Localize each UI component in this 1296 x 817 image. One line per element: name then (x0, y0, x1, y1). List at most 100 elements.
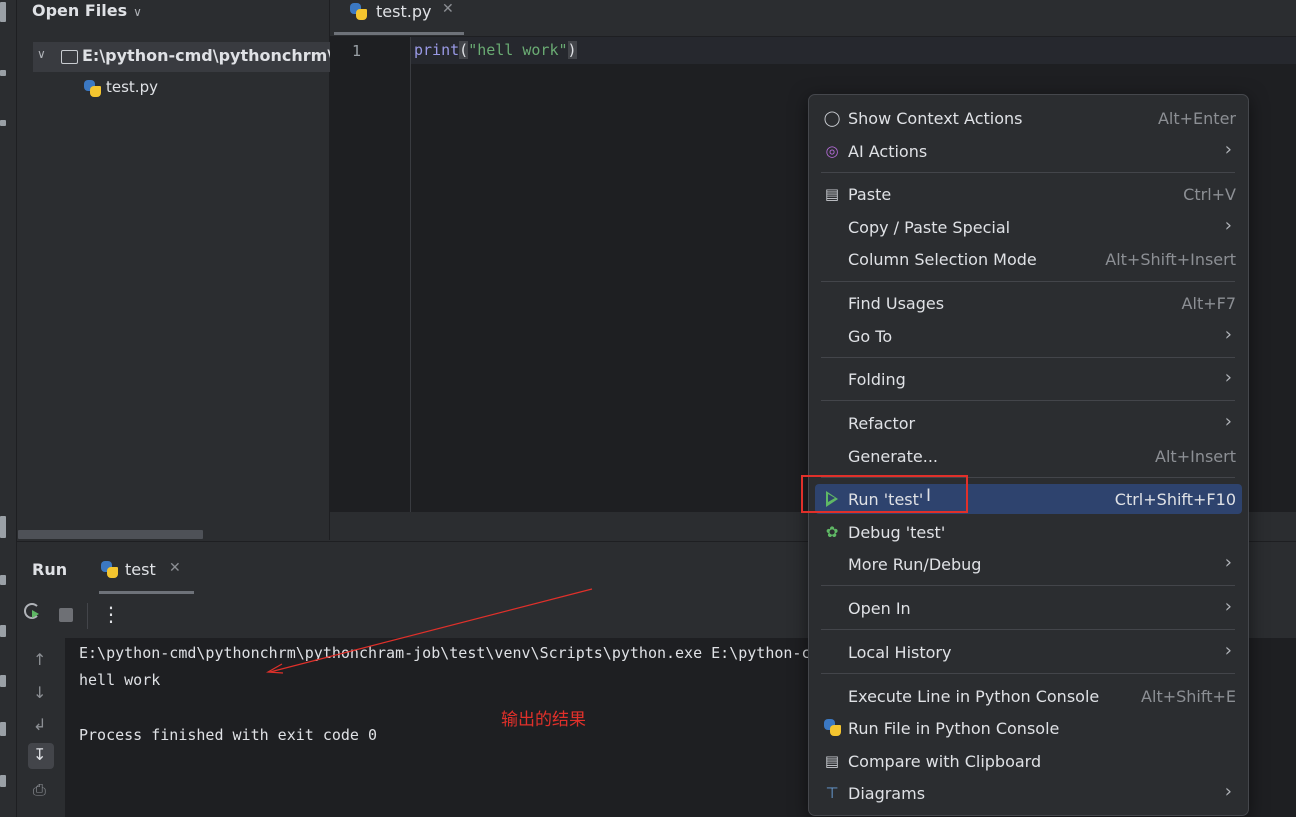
compare-clipboard-icon: ▤ (824, 752, 840, 770)
menu-separator (821, 629, 1235, 630)
menu-separator (821, 172, 1235, 173)
menu-item-label: Find Usages (848, 294, 945, 313)
console-side-toolbar: ↑ ↓ ↲ ↧ ⎙ (17, 638, 65, 817)
tool-icon[interactable] (0, 722, 6, 736)
menu-item-paste[interactable]: ▤ Paste Ctrl+V (815, 179, 1242, 209)
more-options-icon[interactable]: ⋮ (101, 602, 121, 626)
menu-item-compare-with-clipboard[interactable]: ▤ Compare with Clipboard (815, 746, 1242, 776)
menu-item-label: Copy / Paste Special (848, 218, 1011, 237)
project-title: Open Files (32, 1, 128, 20)
chevron-right-icon: › (1224, 640, 1232, 661)
menu-item-label: Show Context Actions (848, 109, 1023, 128)
chevron-right-icon: › (1224, 596, 1232, 617)
chevron-right-icon: › (1224, 215, 1232, 236)
stop-icon[interactable] (59, 608, 73, 622)
ai-spiral-icon: ◎ (825, 142, 839, 160)
chevron-down-icon[interactable]: ∨ (37, 47, 46, 61)
menu-item-refactor[interactable]: Refactor › (815, 408, 1242, 438)
run-tab-label: test (125, 560, 156, 579)
menu-item-find-usages[interactable]: Find Usages Alt+F7 (815, 288, 1242, 318)
code-keyword: print (414, 41, 460, 59)
print-icon[interactable]: ⎙ (33, 780, 46, 800)
project-tool-icon[interactable] (0, 2, 6, 22)
menu-separator (821, 281, 1235, 282)
menu-separator (821, 357, 1235, 358)
chevron-right-icon: › (1224, 367, 1232, 388)
line-number: 1 (352, 42, 362, 60)
menu-item-label: Folding (848, 370, 906, 389)
menu-item-diagrams[interactable]: ⊤ Diagrams › (815, 778, 1242, 808)
menu-item-label: Paste (848, 185, 892, 204)
rerun-icon[interactable] (24, 603, 40, 619)
arrow-down-icon[interactable]: ↓ (33, 683, 46, 702)
run-window-title: Run (32, 560, 68, 579)
menu-item-label: Debug 'test' (848, 523, 946, 542)
tool-icon[interactable] (0, 775, 6, 787)
chevron-right-icon: › (1224, 411, 1232, 432)
console-line: hell work (79, 671, 161, 689)
menu-item-folding[interactable]: Folding › (815, 364, 1242, 394)
chevron-right-icon: › (1224, 324, 1232, 345)
menu-item-label: More Run/Debug (848, 555, 982, 574)
menu-separator (821, 400, 1235, 401)
menu-item-column-selection-mode[interactable]: Column Selection Mode Alt+Shift+Insert (815, 244, 1242, 274)
scroll-to-end-icon[interactable]: ↧ (28, 743, 54, 769)
debug-bug-icon: ✿ (825, 523, 839, 541)
left-tool-strip (0, 0, 17, 817)
menu-item-local-history[interactable]: Local History › (815, 637, 1242, 667)
menu-item-shortcut: Alt+F7 (1181, 294, 1236, 313)
menu-item-open-in[interactable]: Open In › (815, 593, 1242, 623)
run-tool-icon[interactable] (0, 516, 6, 538)
menu-item-ai-actions[interactable]: ◎ AI Actions › (815, 136, 1242, 166)
menu-item-go-to[interactable]: Go To › (815, 321, 1242, 351)
menu-item-label: Generate... (848, 447, 938, 466)
close-icon[interactable]: ✕ (169, 560, 181, 576)
arrow-up-icon[interactable]: ↑ (33, 650, 46, 669)
text-cursor-icon: I (926, 486, 932, 506)
line-gutter: 1 (330, 37, 411, 512)
menu-item-label: Go To (848, 327, 893, 346)
menu-item-label: Refactor (848, 414, 916, 433)
run-tab-test[interactable]: test ✕ (99, 542, 194, 594)
tree-root-folder[interactable]: ∨ E:\python-cmd\pythonchrm\p (33, 42, 333, 72)
chevron-right-icon: › (1224, 781, 1232, 802)
chevron-down-icon: ∨ (133, 5, 142, 19)
tree-file-label: test.py (106, 78, 158, 96)
horizontal-scrollbar[interactable] (18, 530, 203, 539)
menu-item-label: Local History (848, 643, 952, 662)
menu-item-debug-test[interactable]: ✿ Debug 'test' (815, 517, 1242, 547)
python-file-icon (84, 80, 101, 97)
tool-icon[interactable] (0, 120, 6, 126)
menu-item-execute-line-python-console[interactable]: Execute Line in Python Console Alt+Shift… (815, 681, 1242, 711)
menu-item-more-run-debug[interactable]: More Run/Debug › (815, 549, 1242, 579)
menu-item-shortcut: Ctrl+Shift+F10 (1114, 490, 1236, 509)
soft-wrap-icon[interactable]: ↲ (33, 715, 46, 734)
annotation-highlight-box (801, 475, 968, 513)
menu-item-run-file-python-console[interactable]: Run File in Python Console (815, 713, 1242, 743)
menu-item-label: AI Actions (848, 142, 928, 161)
diagram-icon: ⊤ (825, 784, 839, 802)
folder-icon (61, 50, 78, 64)
menu-item-shortcut: Alt+Enter (1157, 109, 1236, 128)
menu-item-label: Execute Line in Python Console (848, 687, 1100, 706)
code-line[interactable]: print("hell work") (414, 41, 577, 59)
project-view-selector[interactable]: Open Files ∨ (32, 1, 142, 20)
editor-tab-test-py[interactable]: test.py ✕ (334, 0, 464, 36)
tool-icon[interactable] (0, 625, 6, 637)
menu-item-copy-paste-special[interactable]: Copy / Paste Special › (815, 212, 1242, 242)
python-icon (824, 719, 841, 736)
tool-icon[interactable] (0, 575, 6, 585)
menu-item-shortcut: Alt+Shift+E (1141, 687, 1236, 706)
code-paren-close: ) (567, 41, 577, 59)
tool-icon[interactable] (0, 70, 6, 76)
console-line: Process finished with exit code 0 (79, 726, 378, 744)
menu-item-label: Open In (848, 599, 911, 618)
close-icon[interactable]: ✕ (442, 1, 454, 17)
tool-icon[interactable] (0, 675, 6, 687)
chevron-right-icon: › (1224, 552, 1232, 573)
python-file-icon (101, 561, 118, 578)
chevron-right-icon: › (1224, 139, 1232, 160)
menu-item-show-context-actions[interactable]: ◯ Show Context Actions Alt+Enter (815, 103, 1242, 133)
menu-item-generate[interactable]: Generate... Alt+Insert (815, 441, 1242, 471)
clipboard-icon: ▤ (824, 185, 840, 203)
